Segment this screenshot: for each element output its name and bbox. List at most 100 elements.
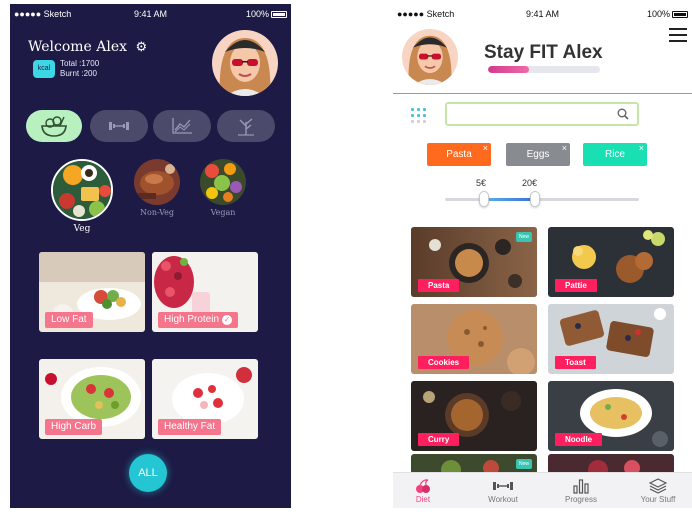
checkmark-icon: ✓ — [222, 315, 233, 325]
search-icon[interactable] — [617, 108, 629, 120]
recipe-card-partial-left[interactable]: New — [411, 454, 537, 474]
diet-type-vegan[interactable]: Vegan — [188, 159, 258, 217]
avatar[interactable] — [402, 29, 458, 85]
high-protein-label-text: High Protein — [164, 314, 220, 325]
cherries-icon — [416, 479, 430, 493]
healthy-fat-label-text: Healthy Fat — [164, 421, 216, 432]
tree-icon — [238, 118, 254, 136]
category-lifestyle-button[interactable] — [217, 110, 275, 142]
diet-type-non-veg[interactable]: Non-Veg — [122, 159, 192, 217]
total-calories: Total :1700 — [60, 59, 100, 68]
showcase-canvas: ●●●●● Sketch 9:41 AM 100% Welcome Alex ⚙… — [0, 0, 692, 512]
welcome-text: Welcome Alex — [28, 39, 128, 55]
hamburger-menu-icon[interactable] — [669, 28, 687, 42]
vegan-label: Vegan — [210, 208, 236, 217]
filter-chip-eggs[interactable]: Eggs × — [506, 143, 570, 166]
diet-home-screen: ●●●●● Sketch 9:41 AM 100% Welcome Alex ⚙… — [10, 4, 291, 508]
tab-workout[interactable]: Workout — [473, 477, 533, 504]
high-carb-label: High Carb — [45, 419, 103, 435]
chip-label: Eggs — [526, 149, 550, 160]
high-carb-label-text: High Carb — [51, 421, 97, 432]
recipe-card-partial-right[interactable] — [548, 454, 674, 474]
calorie-summary: Total :1700 Burnt :200 — [60, 59, 99, 79]
progress-fill — [488, 66, 530, 73]
slider-min-handle[interactable] — [479, 191, 489, 207]
category-toggle-row — [26, 110, 276, 142]
low-fat-label: Low Fat — [45, 312, 93, 328]
avatar[interactable] — [212, 30, 278, 96]
battery-icon — [271, 11, 287, 18]
non-veg-label: Non-Veg — [140, 208, 174, 217]
close-icon[interactable]: × — [562, 137, 567, 160]
food-tile-low-fat[interactable]: Low Fat — [39, 252, 145, 332]
status-bar: ●●●●● Sketch 9:41 AM 100% — [10, 9, 291, 23]
battery-icon — [672, 11, 688, 18]
price-max-label: 20€ — [522, 178, 538, 188]
salad-bowl-icon — [41, 116, 67, 137]
bottom-tab-bar: Diet Workout Progress Your Stuff — [393, 472, 692, 508]
high-protein-label: High Protein ✓ — [158, 312, 239, 328]
tab-diet[interactable]: Diet — [393, 477, 453, 504]
category-workout-button[interactable] — [90, 110, 148, 142]
battery-text: 100% — [245, 9, 269, 19]
recipe-label: Noodle — [555, 433, 603, 446]
food-tile-high-carb[interactable]: High Carb — [39, 359, 145, 439]
price-min-label: 5€ — [476, 178, 487, 188]
welcome-heading: Welcome Alex ⚙ — [28, 39, 147, 55]
tab-progress[interactable]: Progress — [551, 477, 611, 504]
dumbbell-icon — [493, 482, 513, 490]
chip-label: Rice — [604, 149, 625, 160]
recipe-card-curry[interactable]: Curry — [411, 381, 537, 451]
battery-text: 100% — [646, 9, 670, 19]
burnt-calories: Burnt :200 — [60, 69, 97, 78]
price-range-slider[interactable] — [445, 198, 639, 201]
grid-view-icon[interactable] — [411, 108, 427, 124]
recipe-card-cookies[interactable]: Cookies — [411, 304, 537, 374]
close-icon[interactable]: × — [483, 137, 488, 160]
dumbbell-icon — [109, 122, 129, 130]
kcal-badge: kcal — [33, 60, 55, 78]
filter-chip-pasta[interactable]: Pasta × — [427, 143, 491, 166]
new-badge: New — [515, 459, 532, 469]
slider-max-handle[interactable] — [530, 191, 540, 207]
recipe-card-pattie[interactable]: Pattie — [548, 227, 674, 297]
status-bar: ●●●●● Sketch 9:41 AM 100% — [393, 9, 692, 23]
non-veg-image — [134, 159, 180, 205]
all-button[interactable]: ALL — [129, 454, 167, 492]
recipe-card-toast[interactable]: Toast — [548, 304, 674, 374]
food-tile-healthy-fat[interactable]: Healthy Fat — [152, 359, 258, 439]
layers-icon — [649, 478, 667, 494]
progress-bar — [488, 66, 600, 73]
tab-your-stuff[interactable]: Your Stuff — [628, 477, 688, 504]
recipe-card-pasta[interactable]: New Pasta — [411, 227, 537, 297]
veg-label: Veg — [73, 224, 91, 234]
tab-label: Progress — [564, 495, 597, 504]
search-input[interactable] — [453, 104, 613, 125]
tab-label: Workout — [488, 495, 518, 504]
header-divider — [393, 93, 692, 94]
recipe-card-noodle[interactable]: Noodle — [548, 381, 674, 451]
battery-indicator: 100% — [647, 9, 688, 19]
chip-label: Pasta — [446, 149, 472, 160]
bar-chart-icon — [573, 479, 589, 494]
category-food-button[interactable] — [26, 110, 82, 142]
food-tile-high-protein[interactable]: High Protein ✓ — [152, 252, 258, 332]
category-progress-button[interactable] — [153, 110, 211, 142]
tab-label: Diet — [415, 495, 431, 504]
chart-icon — [172, 118, 192, 134]
recipe-label: Toast — [555, 356, 596, 369]
new-badge: New — [515, 232, 532, 242]
close-icon[interactable]: × — [639, 137, 644, 160]
recipe-label: Pattie — [555, 279, 597, 292]
tab-label: Your Stuff — [640, 495, 676, 504]
filter-chip-rice[interactable]: Rice × — [583, 143, 647, 166]
healthy-fat-label: Healthy Fat — [158, 419, 222, 435]
diet-type-veg[interactable]: Veg — [47, 159, 117, 234]
battery-indicator: 100% — [246, 9, 287, 19]
vegan-image — [200, 159, 246, 205]
search-field[interactable] — [445, 102, 639, 126]
stay-fit-screen: ●●●●● Sketch 9:41 AM 100% Stay FIT Alex — [393, 4, 692, 508]
veg-image — [51, 159, 113, 221]
low-fat-label-text: Low Fat — [51, 314, 87, 325]
gear-icon[interactable]: ⚙ — [136, 40, 148, 55]
